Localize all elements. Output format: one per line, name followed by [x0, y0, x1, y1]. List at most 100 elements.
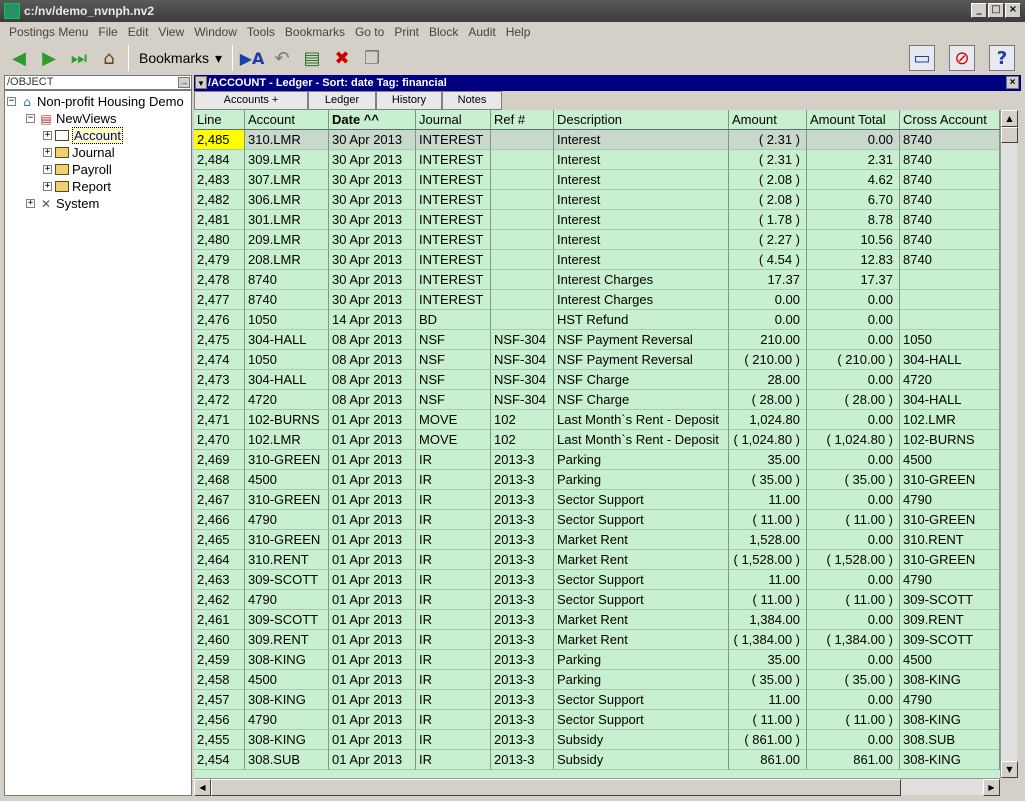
undo-icon[interactable]: ↶ [269, 45, 295, 71]
tab-notes[interactable]: Notes [442, 91, 502, 110]
cell-ref[interactable]: 2013-3 [491, 730, 554, 750]
cell-description[interactable]: Interest Charges [554, 270, 729, 290]
cell-date[interactable]: 01 Apr 2013 [329, 570, 416, 590]
table-row[interactable]: 2,457 308-KING 01 Apr 2013 IR 2013-3 Sector S… [194, 690, 1000, 710]
menu-help[interactable]: Help [506, 25, 531, 39]
cell-amount[interactable]: ( 35.00 ) [729, 470, 807, 490]
cell-cross-account[interactable]: 4500 [900, 650, 1000, 670]
cell-ref[interactable]: 2013-3 [491, 490, 554, 510]
cell-account[interactable]: 209.LMR [245, 230, 329, 250]
cell-ref[interactable]: NSF-304 [491, 370, 554, 390]
column-header-account[interactable]: Account [245, 110, 329, 130]
tree-node-payroll[interactable]: + Payroll [43, 161, 112, 178]
cell-line[interactable]: 2,479 [194, 250, 245, 270]
cell-cross-account[interactable]: 102.LMR [900, 410, 1000, 430]
cell-line[interactable]: 2,484 [194, 150, 245, 170]
cell-cross-account[interactable]: 8740 [900, 170, 1000, 190]
cell-cross-account[interactable]: 308-KING [900, 670, 1000, 690]
column-header-description[interactable]: Description [554, 110, 729, 130]
expand-icon[interactable]: + [43, 165, 52, 174]
cell-line[interactable]: 2,463 [194, 570, 245, 590]
cell-line[interactable]: 2,461 [194, 610, 245, 630]
table-row[interactable]: 2,455 308-KING 01 Apr 2013 IR 2013-3 Subsidy(… [194, 730, 1000, 750]
table-row[interactable]: 2,485 310.LMR 30 Apr 2013 INTEREST Interest(… [194, 130, 1000, 150]
cell-date[interactable]: 01 Apr 2013 [329, 490, 416, 510]
cell-amount-total[interactable]: ( 11.00 ) [807, 510, 900, 530]
bookmarks-dropdown[interactable]: Bookmarks ▾ [133, 45, 228, 71]
cell-date[interactable]: 30 Apr 2013 [329, 250, 416, 270]
cell-account[interactable]: 102.LMR [245, 430, 329, 450]
cell-line[interactable]: 2,482 [194, 190, 245, 210]
cell-ref[interactable]: 2013-3 [491, 550, 554, 570]
cell-cross-account[interactable]: 309-SCOTT [900, 630, 1000, 650]
cell-amount-total[interactable]: 10.56 [807, 230, 900, 250]
cell-description[interactable]: Sector Support [554, 490, 729, 510]
cell-date[interactable]: 14 Apr 2013 [329, 310, 416, 330]
cell-account[interactable]: 309-SCOTT [245, 570, 329, 590]
column-header-amount[interactable]: Amount [729, 110, 807, 130]
scroll-thumb[interactable] [1001, 127, 1018, 143]
cell-date[interactable]: 01 Apr 2013 [329, 430, 416, 450]
cell-description[interactable]: Sector Support [554, 710, 729, 730]
cell-amount-total[interactable]: 12.83 [807, 250, 900, 270]
table-row[interactable]: 2,458 4500 01 Apr 2013 IR 2013-3 Parking( 35.… [194, 670, 1000, 690]
cell-amount[interactable]: 35.00 [729, 650, 807, 670]
cell-amount-total[interactable]: ( 28.00 ) [807, 390, 900, 410]
column-header-date[interactable]: Date ^^ [329, 110, 416, 130]
cell-description[interactable]: Interest [554, 230, 729, 250]
chevron-down-icon[interactable]: ▼ [195, 76, 207, 89]
cell-description[interactable]: Interest [554, 250, 729, 270]
cell-amount[interactable]: 0.00 [729, 290, 807, 310]
cell-line[interactable]: 2,475 [194, 330, 245, 350]
cell-amount[interactable]: 1,384.00 [729, 610, 807, 630]
column-header-ref[interactable]: Ref # [491, 110, 554, 130]
cell-description[interactable]: NSF Payment Reversal [554, 350, 729, 370]
table-row[interactable]: 2,475 304-HALL 08 Apr 2013 NSF NSF-304 NSF Pa… [194, 330, 1000, 350]
menu-block[interactable]: Block [429, 25, 458, 39]
cell-amount[interactable]: 861.00 [729, 750, 807, 770]
cell-amount[interactable]: ( 4.54 ) [729, 250, 807, 270]
cell-ref[interactable]: 2013-3 [491, 630, 554, 650]
cell-ref[interactable]: 2013-3 [491, 590, 554, 610]
cell-amount-total[interactable]: ( 1,384.00 ) [807, 630, 900, 650]
back-arrow-icon[interactable]: ◀ [6, 45, 32, 71]
cell-amount-total[interactable]: 0.00 [807, 130, 900, 150]
cell-account[interactable]: 304-HALL [245, 370, 329, 390]
cell-journal[interactable]: NSF [416, 330, 491, 350]
cell-account[interactable]: 310-GREEN [245, 450, 329, 470]
cell-amount[interactable]: ( 2.31 ) [729, 130, 807, 150]
cell-account[interactable]: 310.LMR [245, 130, 329, 150]
cell-cross-account[interactable] [900, 310, 1000, 330]
table-row[interactable]: 2,466 4790 01 Apr 2013 IR 2013-3 Sector Suppo… [194, 510, 1000, 530]
cell-journal[interactable]: INTEREST [416, 170, 491, 190]
horizontal-scrollbar[interactable]: ◀ ▶ [194, 778, 1000, 796]
cell-account[interactable]: 1050 [245, 350, 329, 370]
cell-account[interactable]: 309-SCOTT [245, 610, 329, 630]
tree-node-report[interactable]: + Report [43, 178, 111, 195]
cell-amount[interactable]: ( 210.00 ) [729, 350, 807, 370]
cell-cross-account[interactable]: 308-KING [900, 750, 1000, 770]
cell-journal[interactable]: INTEREST [416, 150, 491, 170]
cell-line[interactable]: 2,480 [194, 230, 245, 250]
cell-description[interactable]: Interest [554, 170, 729, 190]
cell-ref[interactable]: 2013-3 [491, 670, 554, 690]
cell-date[interactable]: 01 Apr 2013 [329, 530, 416, 550]
cell-journal[interactable]: MOVE [416, 410, 491, 430]
cell-ref[interactable] [491, 190, 554, 210]
cell-date[interactable]: 01 Apr 2013 [329, 410, 416, 430]
tab-ledger[interactable]: Ledger [308, 91, 376, 110]
cell-description[interactable]: Parking [554, 650, 729, 670]
expand-icon[interactable]: + [43, 148, 52, 157]
cell-date[interactable]: 01 Apr 2013 [329, 670, 416, 690]
cell-line[interactable]: 2,454 [194, 750, 245, 770]
cell-description[interactable]: Sector Support [554, 510, 729, 530]
cell-line[interactable]: 2,477 [194, 290, 245, 310]
cell-amount[interactable]: ( 35.00 ) [729, 670, 807, 690]
cell-ref[interactable]: 2013-3 [491, 530, 554, 550]
cell-journal[interactable]: IR [416, 650, 491, 670]
cell-cross-account[interactable] [900, 270, 1000, 290]
expand-icon[interactable]: + [26, 199, 35, 208]
cell-description[interactable]: Parking [554, 470, 729, 490]
cell-amount[interactable]: ( 861.00 ) [729, 730, 807, 750]
cell-journal[interactable]: INTEREST [416, 250, 491, 270]
